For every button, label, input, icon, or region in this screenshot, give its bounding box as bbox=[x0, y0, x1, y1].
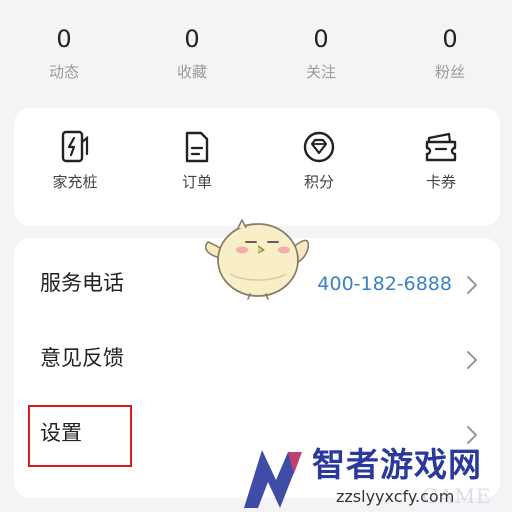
shortcut-orders[interactable]: 订单 bbox=[142, 130, 252, 192]
mascot-chick-sticker bbox=[204, 219, 310, 300]
stat-label: 粉丝 bbox=[434, 63, 465, 81]
service-phone-number[interactable]: 400-182-6888 bbox=[317, 271, 452, 297]
shortcut-label: 卡券 bbox=[425, 173, 456, 191]
highlight-box bbox=[28, 405, 132, 467]
watermark-url: zzslyyxcfy.com bbox=[336, 487, 455, 506]
stats-bar: 0 动态 0 收藏 0 关注 0 粉丝 bbox=[0, 0, 512, 100]
stat-value: 0 bbox=[56, 25, 72, 53]
stat-following[interactable]: 0 关注 bbox=[257, 22, 385, 82]
shortcut-home-charger[interactable]: 家充桩 bbox=[20, 130, 130, 192]
charger-icon bbox=[61, 130, 89, 163]
chevron-right-icon bbox=[467, 351, 477, 369]
stat-value: 0 bbox=[313, 25, 329, 53]
shortcut-label: 订单 bbox=[181, 173, 212, 191]
stat-value: 0 bbox=[184, 25, 200, 53]
stat-posts[interactable]: 0 动态 bbox=[0, 22, 128, 82]
site-watermark: 智者游戏网 GAME zzslyyxcfy.com bbox=[232, 440, 512, 512]
menu-row-title: 服务电话 bbox=[40, 271, 124, 295]
chevron-right-icon bbox=[467, 276, 477, 294]
watermark-title: 智者游戏网 bbox=[312, 445, 482, 484]
stat-favorites[interactable]: 0 收藏 bbox=[128, 22, 256, 82]
stat-label: 收藏 bbox=[176, 63, 207, 81]
shortcut-coupons[interactable]: 卡券 bbox=[386, 130, 496, 192]
watermark-logo-icon bbox=[244, 450, 302, 508]
menu-row-feedback[interactable]: 意见反馈 bbox=[14, 323, 500, 397]
stat-label: 动态 bbox=[48, 63, 79, 81]
points-icon bbox=[303, 131, 335, 163]
menu-row-title: 意见反馈 bbox=[40, 346, 124, 370]
stat-value: 0 bbox=[442, 25, 458, 53]
shortcut-label: 积分 bbox=[303, 173, 334, 191]
stat-label: 关注 bbox=[305, 63, 336, 81]
stat-fans[interactable]: 0 粉丝 bbox=[386, 22, 512, 82]
coupon-icon bbox=[425, 132, 457, 162]
shortcut-points[interactable]: 积分 bbox=[264, 130, 374, 192]
order-icon bbox=[185, 131, 209, 163]
shortcut-label: 家充桩 bbox=[52, 173, 98, 191]
